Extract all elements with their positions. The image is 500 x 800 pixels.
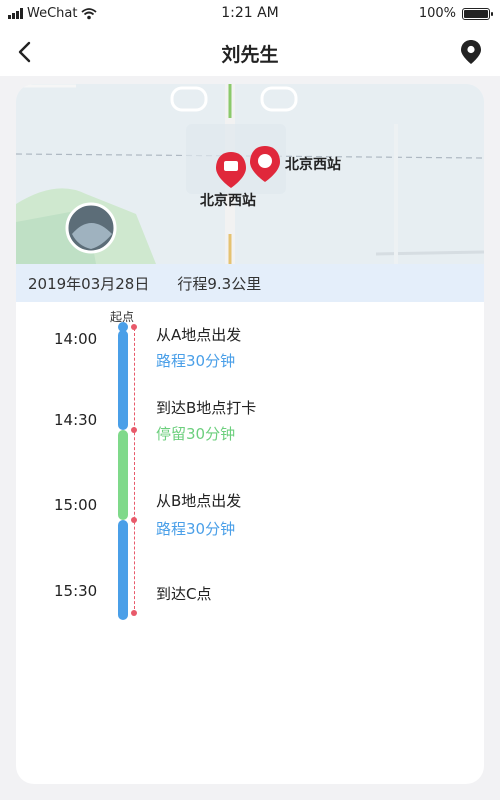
segment-stay — [118, 430, 128, 520]
trip-date: 2019年03月28日 — [28, 274, 150, 293]
trip-distance: 行程9.3公里 — [177, 274, 262, 293]
battery-percent: 100% — [418, 6, 456, 21]
battery-icon — [462, 7, 493, 20]
event-detail: 路程30分钟 — [156, 520, 236, 538]
status-bar: WeChat 1:21 AM 100% — [0, 0, 500, 28]
track-point-1 — [131, 324, 137, 330]
start-dot — [118, 322, 128, 332]
event-time: 14:00 — [54, 330, 98, 348]
page-title: 刘先生 — [221, 44, 279, 66]
end-dot — [118, 608, 128, 618]
trip-card: 北京西站 北京西站 2019年03月28日 行程9.3公里 起点 14:00 从… — [16, 84, 484, 784]
segment-walk-2 — [118, 520, 128, 620]
track-point-2 — [131, 427, 137, 433]
trip-timeline: 起点 14:00 从A地点出发 路程30分钟 14:30 到达B地点打卡 停留3… — [16, 302, 484, 784]
map-view[interactable]: 北京西站 北京西站 — [16, 84, 484, 264]
battery-group: 100% — [418, 6, 493, 21]
segment-walk-1 — [118, 330, 128, 430]
event-detail: 路程30分钟 — [156, 352, 236, 370]
event-time: 15:00 — [54, 496, 98, 514]
map-graphic — [16, 84, 484, 264]
event-title: 到达B地点打卡 — [156, 399, 257, 417]
event-time: 14:30 — [54, 411, 98, 429]
event-title: 从B地点出发 — [156, 492, 242, 510]
station-label-2: 北京西站 — [200, 193, 256, 209]
event-title: 从A地点出发 — [156, 326, 242, 344]
chevron-left-icon[interactable] — [12, 38, 40, 66]
track-point-4 — [131, 610, 137, 616]
map-pin-icon[interactable] — [458, 38, 484, 66]
station-label-1: 北京西站 — [285, 157, 341, 173]
event-title: 到达C点 — [156, 585, 212, 603]
navigation-bar: 刘先生 — [0, 28, 500, 76]
track-point-3 — [131, 517, 137, 523]
track-line — [134, 328, 135, 614]
event-detail: 停留30分钟 — [156, 425, 236, 443]
trip-summary: 2019年03月28日 行程9.3公里 — [16, 264, 484, 302]
event-time: 15:30 — [54, 582, 98, 600]
